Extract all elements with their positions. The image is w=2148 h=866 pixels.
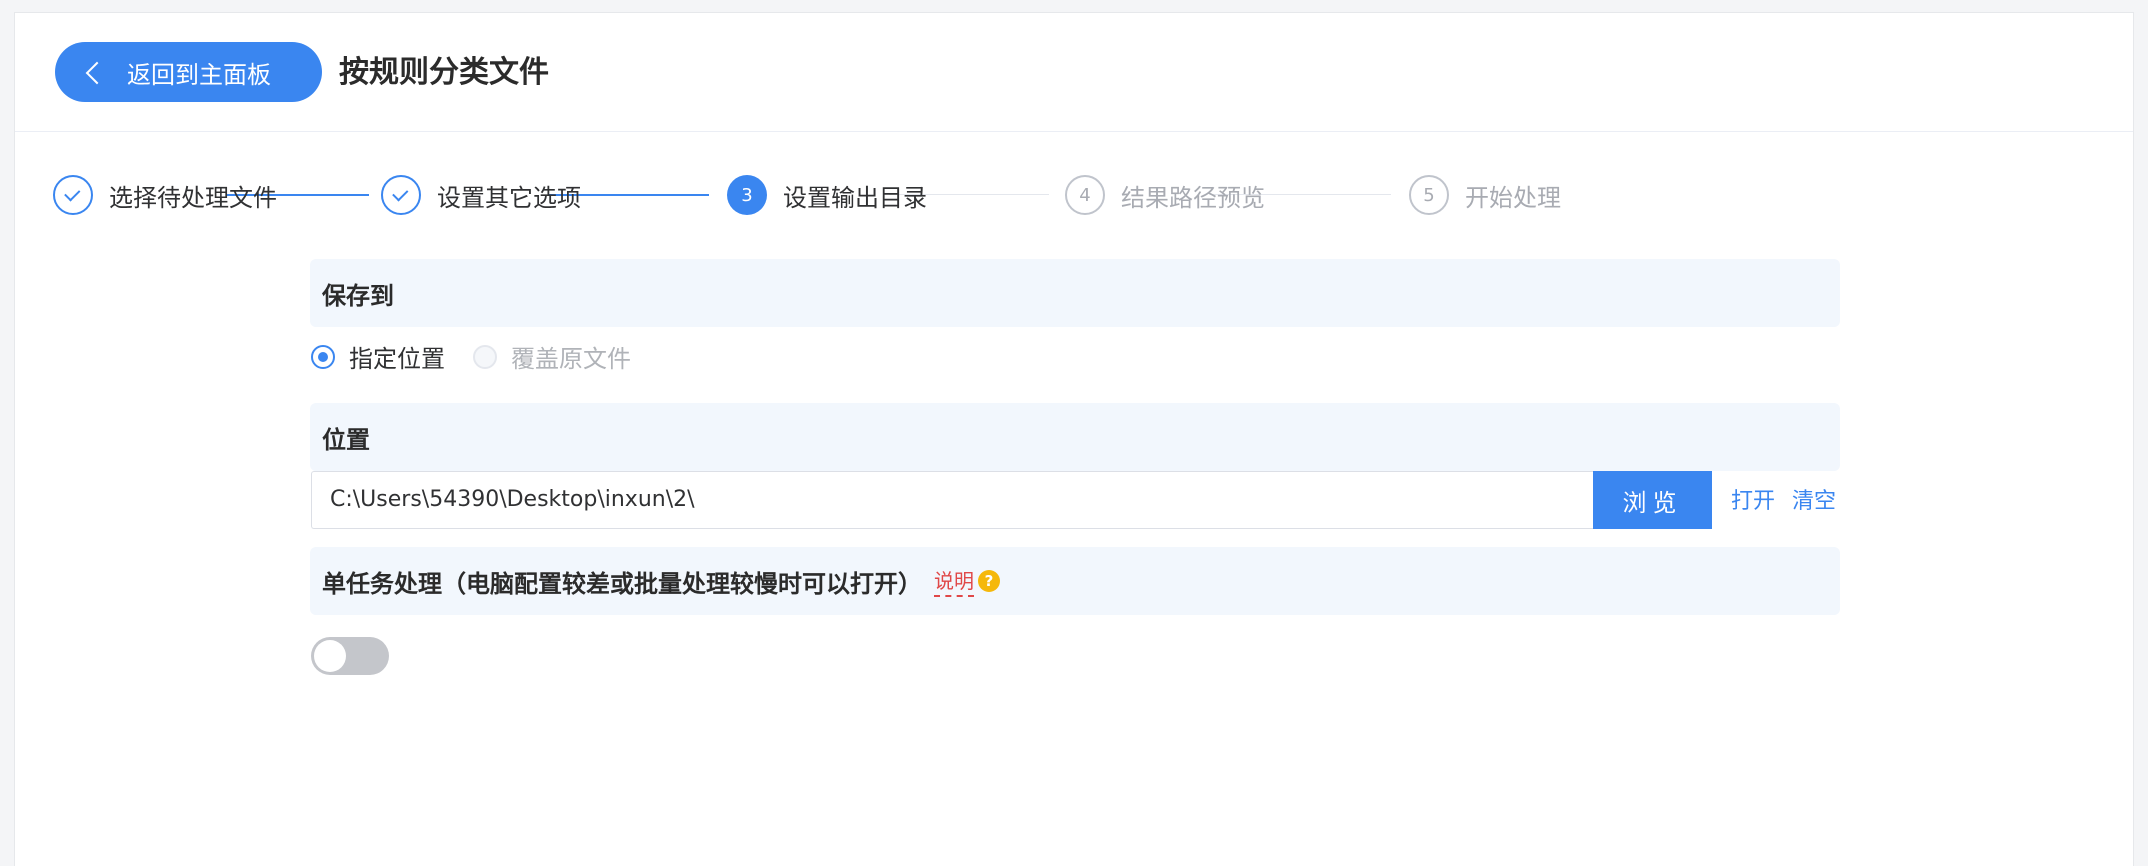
back-to-dashboard-button[interactable]: 返回到主面板 (55, 42, 322, 102)
radio-specified-location[interactable]: 指定位置 (311, 339, 445, 374)
check-icon (53, 175, 93, 215)
clear-path-link[interactable]: 清空 (1792, 483, 1836, 515)
step-label: 开始处理 (1465, 183, 1561, 212)
radio-label: 指定位置 (349, 345, 445, 373)
check-icon (381, 175, 421, 215)
step-label: 设置输出目录 (783, 183, 927, 212)
radio-disabled-icon (473, 344, 497, 369)
chevron-left-icon (85, 61, 109, 84)
step-select-files[interactable]: 选择待处理文件 (53, 173, 277, 217)
step-output-dir[interactable]: 3 设置输出目录 (727, 173, 927, 217)
help-link[interactable]: 说明 (934, 565, 974, 597)
browse-button[interactable]: 浏览 (1593, 471, 1712, 529)
save-to-heading-text: 保存到 (322, 281, 394, 310)
location-heading-text: 位置 (322, 425, 370, 454)
save-to-radio-group: 指定位置 覆盖原文件 (311, 339, 659, 374)
radio-overwrite-original[interactable]: 覆盖原文件 (473, 339, 631, 374)
page-title: 按规则分类文件 (339, 55, 549, 90)
step-number: 4 (1065, 175, 1105, 215)
single-task-toggle[interactable] (311, 637, 389, 675)
back-button-label: 返回到主面板 (127, 60, 271, 89)
step-other-options[interactable]: 设置其它选项 (381, 173, 581, 217)
radio-label: 覆盖原文件 (511, 345, 631, 373)
location-heading: 位置 (310, 403, 1840, 471)
open-folder-link[interactable]: 打开 (1731, 483, 1775, 515)
toggle-knob (314, 640, 346, 672)
radio-checked-icon (311, 344, 335, 369)
save-to-heading: 保存到 (310, 259, 1840, 327)
single-task-heading: 单任务处理（电脑配置较差或批量处理较慢时可以打开） 说明 ? (310, 547, 1840, 615)
step-result-preview[interactable]: 4 结果路径预览 (1065, 173, 1265, 217)
single-task-heading-text: 单任务处理（电脑配置较差或批量处理较慢时可以打开） (322, 569, 922, 598)
page-header: 返回到主面板 按规则分类文件 (15, 13, 2133, 132)
step-label: 设置其它选项 (437, 183, 581, 212)
step-label: 结果路径预览 (1121, 183, 1265, 212)
question-icon[interactable]: ? (978, 570, 1000, 592)
steps-bar: 选择待处理文件 设置其它选项 3 设置输出目录 4 结果路径预览 5 开始处理 (15, 173, 2133, 229)
step-number: 5 (1409, 175, 1449, 215)
step-label: 选择待处理文件 (109, 183, 277, 212)
main-card: 返回到主面板 按规则分类文件 选择待处理文件 设置其它选项 3 设置输出目录 4… (14, 12, 2134, 866)
output-path-input[interactable]: C:\Users\54390\Desktop\inxun\2\ (311, 471, 1593, 529)
step-start-processing[interactable]: 5 开始处理 (1409, 173, 1561, 217)
step-number: 3 (727, 175, 767, 215)
